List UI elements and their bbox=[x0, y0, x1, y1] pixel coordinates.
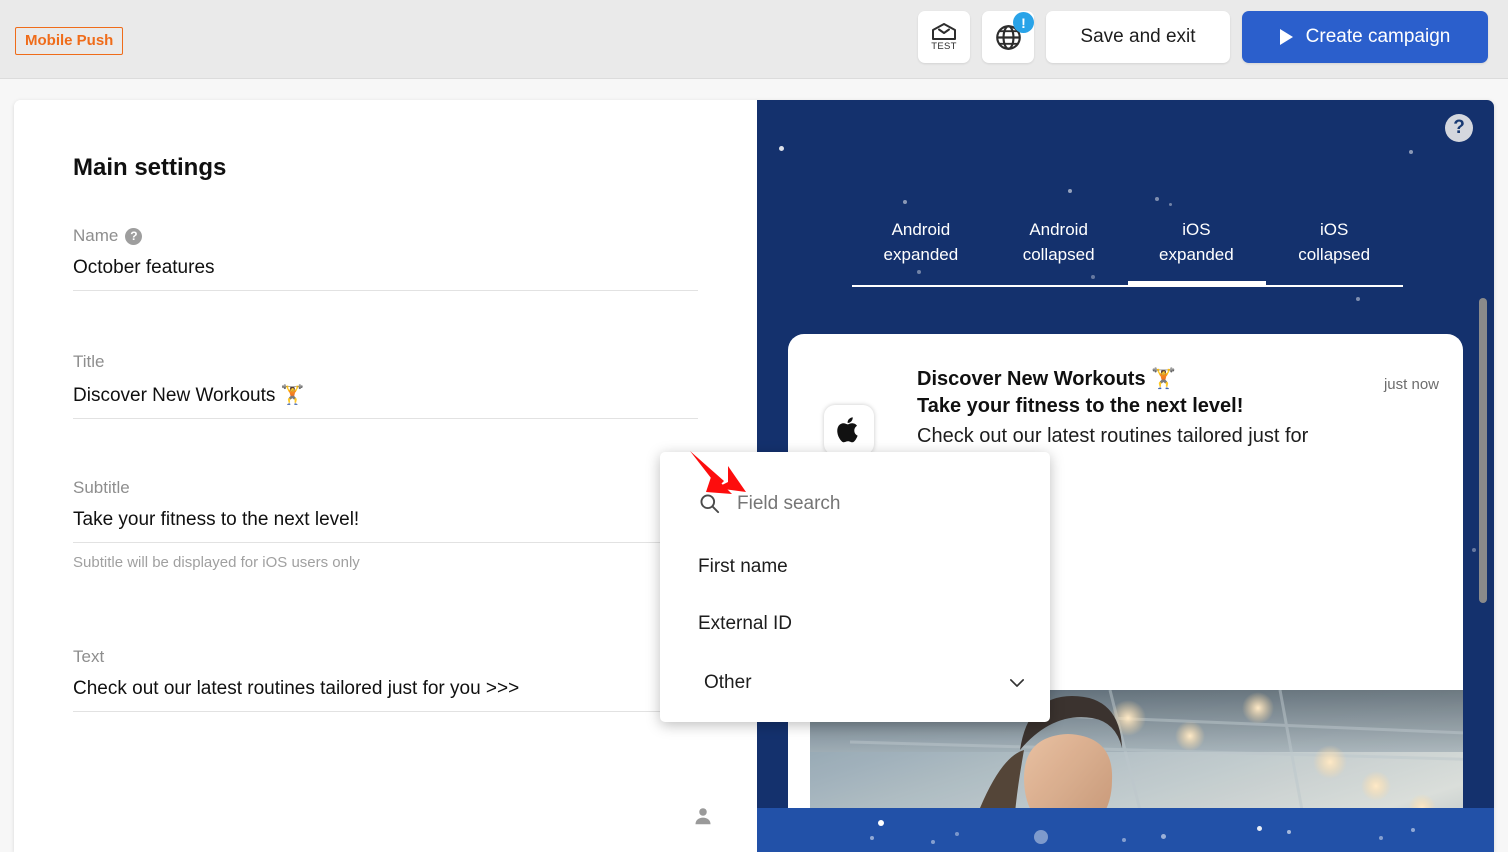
star-dot bbox=[1379, 836, 1383, 840]
star-dot bbox=[1122, 838, 1126, 842]
top-bar-actions: TEST ! Save and exit Create campaign bbox=[918, 11, 1488, 63]
send-test-button[interactable]: TEST bbox=[918, 11, 970, 63]
field-text-input[interactable]: Check out our latest routines tailored j… bbox=[73, 678, 698, 712]
star-dot bbox=[1068, 189, 1072, 193]
create-campaign-button[interactable]: Create campaign bbox=[1242, 11, 1488, 63]
tab-ios-expanded-line2: expanded bbox=[1159, 245, 1234, 264]
field-title-label: Title bbox=[73, 352, 698, 372]
chevron-down-icon bbox=[1010, 679, 1024, 687]
text-personalization-button[interactable] bbox=[675, 794, 731, 838]
field-subtitle-input[interactable]: Take your fitness to the next level! bbox=[73, 509, 698, 543]
notification-text: Check out our latest routines tailored j… bbox=[917, 425, 1309, 447]
tab-ios-expanded-line1: iOS bbox=[1182, 220, 1211, 239]
star-dot bbox=[878, 820, 884, 826]
tab-android-collapsed-line1: Android bbox=[1029, 220, 1088, 239]
field-title: Title Discover New Workouts 🏋️ bbox=[73, 352, 698, 419]
create-campaign-label: Create campaign bbox=[1305, 26, 1451, 47]
star-dot bbox=[1409, 150, 1413, 154]
dropdown-item-other[interactable]: Other bbox=[704, 672, 1024, 694]
preview-help-icon[interactable]: ? bbox=[1445, 114, 1473, 142]
field-search-input[interactable] bbox=[737, 492, 1007, 515]
apple-logo-icon bbox=[837, 417, 858, 443]
annotation-arrow-icon bbox=[690, 450, 746, 494]
top-bar: Mobile Push TEST ! Save and exit Create … bbox=[0, 0, 1508, 79]
dropdown-item-other-label: Other bbox=[704, 672, 752, 693]
field-name-label: Name ? bbox=[73, 226, 698, 246]
field-text: Text Check out our latest routines tailo… bbox=[73, 647, 698, 712]
star-dot bbox=[1034, 830, 1048, 844]
main-settings-pane: Main settings Name ? October features Ti… bbox=[14, 100, 757, 852]
channel-badge: Mobile Push bbox=[15, 27, 124, 55]
field-subtitle-hint: Subtitle will be displayed for iOS users… bbox=[73, 554, 360, 571]
star-dot bbox=[1287, 830, 1291, 834]
field-name: Name ? October features bbox=[73, 226, 698, 291]
tab-android-collapsed[interactable]: Android collapsed bbox=[990, 217, 1128, 267]
notification-body: Discover New Workouts 🏋️ Take your fitne… bbox=[917, 366, 1437, 450]
star-dot bbox=[1155, 197, 1159, 201]
platform-tabs: Android expanded Android collapsed iOS e… bbox=[852, 217, 1403, 267]
field-subtitle-label: Subtitle bbox=[73, 478, 698, 498]
star-dot bbox=[1257, 826, 1262, 831]
tab-android-expanded-line2: expanded bbox=[883, 245, 959, 264]
notification-title: Discover New Workouts 🏋️ bbox=[917, 368, 1177, 390]
tab-ios-collapsed-line2: collapsed bbox=[1298, 245, 1371, 264]
preview-scrollbar-thumb[interactable] bbox=[1479, 298, 1487, 603]
notification-subtitle: Take your fitness to the next level! bbox=[917, 395, 1244, 417]
save-and-exit-button[interactable]: Save and exit bbox=[1046, 11, 1230, 63]
envelope-test-icon: TEST bbox=[931, 22, 957, 52]
test-label: TEST bbox=[931, 40, 957, 52]
field-title-label-text: Title bbox=[73, 352, 105, 371]
alert-badge: ! bbox=[1013, 12, 1034, 33]
tab-ios-collapsed-line1: iOS bbox=[1319, 220, 1349, 239]
star-dot bbox=[1356, 297, 1360, 301]
star-dot bbox=[870, 836, 874, 840]
platform-tabs-baseline bbox=[852, 285, 1403, 287]
field-text-label: Text bbox=[73, 647, 698, 667]
page-title: Main settings bbox=[73, 154, 227, 181]
star-dot bbox=[1169, 203, 1172, 206]
dropdown-item-first-name[interactable]: First name bbox=[698, 556, 788, 578]
person-icon bbox=[695, 808, 711, 825]
star-dot bbox=[955, 832, 959, 836]
dropdown-item-external-id[interactable]: External ID bbox=[698, 613, 792, 635]
app-icon bbox=[824, 405, 874, 455]
language-button[interactable]: ! bbox=[982, 11, 1034, 63]
field-subtitle-label-text: Subtitle bbox=[73, 478, 130, 497]
play-icon bbox=[1279, 29, 1293, 45]
field-name-input[interactable]: October features bbox=[73, 257, 698, 291]
tab-android-expanded[interactable]: Android expanded bbox=[852, 217, 990, 267]
star-dot bbox=[1472, 548, 1476, 552]
tab-android-collapsed-line2: collapsed bbox=[1022, 245, 1095, 264]
star-dot bbox=[903, 200, 907, 204]
tab-ios-collapsed[interactable]: iOS collapsed bbox=[1265, 217, 1403, 267]
tab-android-expanded-line1: Android bbox=[891, 220, 951, 239]
star-dot bbox=[917, 270, 921, 274]
platform-tabs-active-indicator bbox=[1128, 281, 1266, 285]
field-text-label-text: Text bbox=[73, 647, 105, 666]
field-subtitle: Subtitle Take your fitness to the next l… bbox=[73, 478, 698, 571]
star-dot bbox=[779, 146, 784, 151]
star-dot bbox=[1411, 828, 1415, 832]
help-icon[interactable]: ? bbox=[125, 227, 143, 245]
envelope-icon bbox=[932, 22, 956, 40]
star-dot bbox=[1091, 275, 1095, 279]
tab-ios-expanded[interactable]: iOS expanded bbox=[1128, 217, 1266, 267]
field-title-input[interactable]: Discover New Workouts 🏋️ bbox=[73, 383, 698, 419]
star-dot bbox=[1161, 834, 1166, 839]
preview-footer-band bbox=[757, 808, 1494, 852]
field-name-label-text: Name bbox=[73, 226, 119, 245]
star-dot bbox=[931, 840, 935, 844]
